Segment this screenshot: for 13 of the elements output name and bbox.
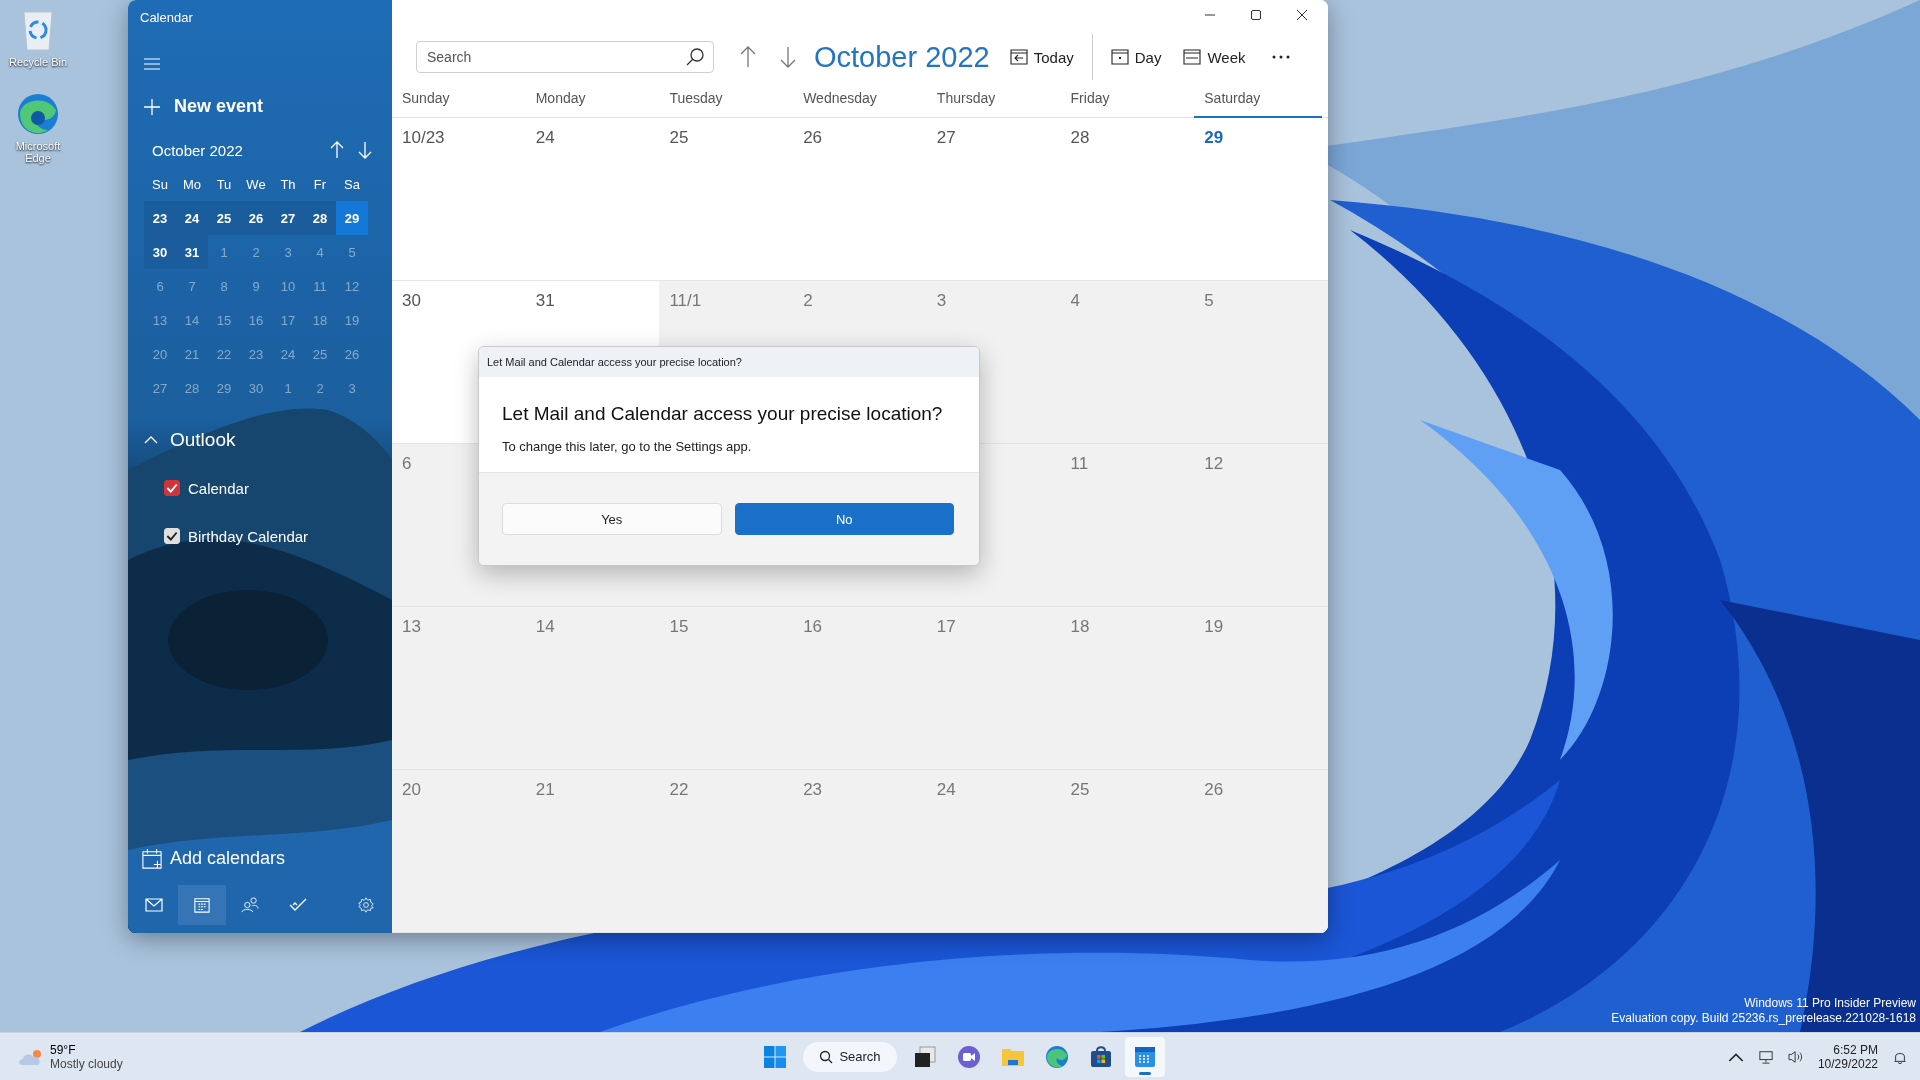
- edge-icon: [1044, 1044, 1069, 1069]
- clock[interactable]: 6:52 PM 10/29/2022: [1817, 1042, 1878, 1071]
- volume-icon[interactable]: [1787, 1049, 1804, 1064]
- task-view-icon: [912, 1044, 937, 1069]
- calendar-icon: [1132, 1044, 1157, 1069]
- windows-icon: [763, 1044, 788, 1069]
- cloud-icon: [18, 1047, 44, 1066]
- search-icon: [819, 1049, 834, 1064]
- chat-icon: [956, 1044, 981, 1069]
- taskbar-search-button[interactable]: Search: [803, 1041, 897, 1072]
- store-icon: [1088, 1044, 1113, 1069]
- network-icon[interactable]: [1757, 1049, 1774, 1064]
- weather-widget[interactable]: 59°F Mostly cloudy: [0, 1042, 123, 1071]
